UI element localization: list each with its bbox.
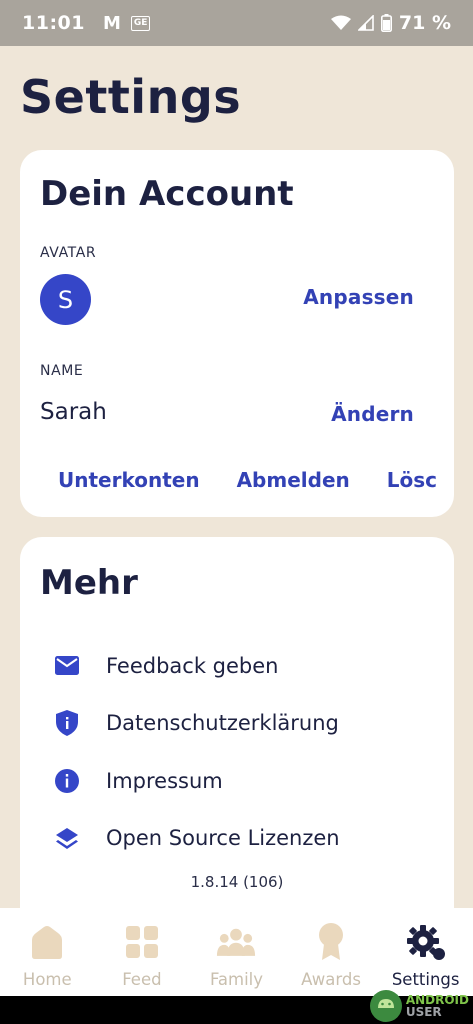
change-name-button[interactable]: Ändern xyxy=(331,402,414,426)
watermark-text: ANDROID USER xyxy=(406,994,469,1018)
layers-icon xyxy=(54,825,80,851)
nav-home[interactable]: Home xyxy=(0,908,95,996)
battery-icon xyxy=(380,14,392,32)
watermark-line2: USER xyxy=(405,1005,442,1019)
account-title: Dein Account xyxy=(40,174,294,214)
grid-icon xyxy=(120,920,164,964)
feedback-label: Feedback geben xyxy=(106,653,279,678)
status-right: 71 % xyxy=(330,12,451,34)
nav-family-label: Family xyxy=(209,970,264,989)
logout-button[interactable]: Abmelden xyxy=(237,468,350,492)
bottom-nav: Home Feed Family Awards Settings xyxy=(0,908,473,996)
delete-account-button[interactable]: Lösc xyxy=(387,468,436,492)
account-card: Dein Account AVATAR S Anpassen NAME Sara… xyxy=(20,150,454,517)
mail-icon xyxy=(54,653,80,679)
shield-icon xyxy=(54,710,80,737)
nav-family[interactable]: Family xyxy=(189,908,284,996)
gmail-icon: M xyxy=(102,12,121,34)
wifi-icon xyxy=(330,15,351,30)
nav-settings[interactable]: Settings xyxy=(378,908,473,996)
notification-icons: M GE xyxy=(102,12,151,34)
more-title: Mehr xyxy=(40,563,138,603)
info-icon xyxy=(54,768,80,794)
battery-percent: 71 % xyxy=(398,12,451,34)
ge-badge-icon: GE xyxy=(130,15,151,31)
more-list: Feedback geben Datenschutzerklärung Impr… xyxy=(20,637,454,867)
page-title: Settings xyxy=(20,70,242,124)
status-bar: 11:01 M GE 71 % xyxy=(0,0,473,46)
name-value: Sarah xyxy=(40,399,107,425)
privacy-item[interactable]: Datenschutzerklärung xyxy=(20,695,454,753)
nav-settings-label: Settings xyxy=(391,970,460,989)
privacy-label: Datenschutzerklärung xyxy=(106,711,339,736)
nav-feed[interactable]: Feed xyxy=(95,908,190,996)
nav-awards[interactable]: Awards xyxy=(284,908,379,996)
nav-awards-label: Awards xyxy=(301,970,361,989)
nav-feed-label: Feed xyxy=(122,970,162,989)
home-icon xyxy=(25,920,69,964)
family-icon xyxy=(214,920,258,964)
gear-icon xyxy=(404,920,448,964)
imprint-label: Impressum xyxy=(106,768,223,793)
licenses-item[interactable]: Open Source Lizenzen xyxy=(20,810,454,868)
status-time: 11:01 xyxy=(22,12,85,34)
android-logo-icon xyxy=(369,990,402,1022)
award-icon xyxy=(309,920,353,964)
avatar[interactable]: S xyxy=(40,274,91,325)
name-label: NAME xyxy=(40,363,84,379)
signal-icon xyxy=(357,15,374,31)
avatar-label: AVATAR xyxy=(40,245,97,261)
feedback-item[interactable]: Feedback geben xyxy=(20,637,454,695)
imprint-item[interactable]: Impressum xyxy=(20,752,454,810)
app-version: 1.8.14 (106) xyxy=(190,873,284,891)
watermark: ANDROID USER xyxy=(369,988,469,1024)
licenses-label: Open Source Lizenzen xyxy=(106,826,340,851)
nav-home-label: Home xyxy=(22,970,72,989)
subaccounts-button[interactable]: Unterkonten xyxy=(58,468,200,492)
account-actions-row[interactable]: Unterkonten Abmelden Lösc xyxy=(58,468,436,498)
customize-avatar-button[interactable]: Anpassen xyxy=(303,285,414,309)
more-card: Mehr Feedback geben Datenschutzerklärung xyxy=(20,537,454,917)
avatar-initial: S xyxy=(57,285,74,314)
